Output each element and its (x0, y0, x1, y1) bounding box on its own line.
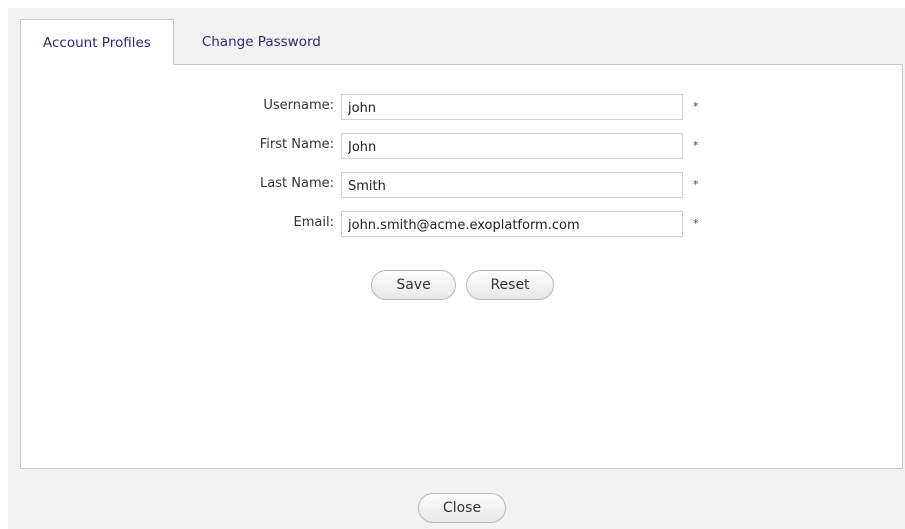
account-profiles-panel: Username: * First Name: * Last Name: * E… (20, 64, 903, 469)
username-input[interactable] (341, 94, 683, 120)
email-row: Email: * (21, 211, 904, 237)
email-label: Email: (293, 215, 334, 230)
account-settings-dialog: Account Profiles Change Password Usernam… (8, 8, 905, 529)
tab-account-profiles[interactable]: Account Profiles (20, 19, 174, 65)
first-name-input[interactable] (341, 133, 683, 159)
reset-button[interactable]: Reset (466, 270, 554, 300)
first-name-row: First Name: * (21, 133, 904, 159)
last-name-input[interactable] (341, 172, 683, 198)
last-name-label: Last Name: (260, 176, 334, 191)
email-input[interactable] (341, 211, 683, 237)
first-name-label: First Name: (259, 137, 334, 152)
tab-bar: Account Profiles Change Password (20, 19, 349, 65)
last-name-row: Last Name: * (21, 172, 904, 198)
close-button[interactable]: Close (418, 493, 506, 523)
first-name-required-mark: * (693, 139, 699, 152)
tab-change-password[interactable]: Change Password (174, 19, 349, 64)
username-required-mark: * (693, 100, 699, 113)
email-required-mark: * (693, 217, 699, 230)
username-row: Username: * (21, 94, 904, 120)
last-name-required-mark: * (693, 178, 699, 191)
save-button[interactable]: Save (371, 270, 456, 300)
username-label: Username: (263, 98, 334, 113)
